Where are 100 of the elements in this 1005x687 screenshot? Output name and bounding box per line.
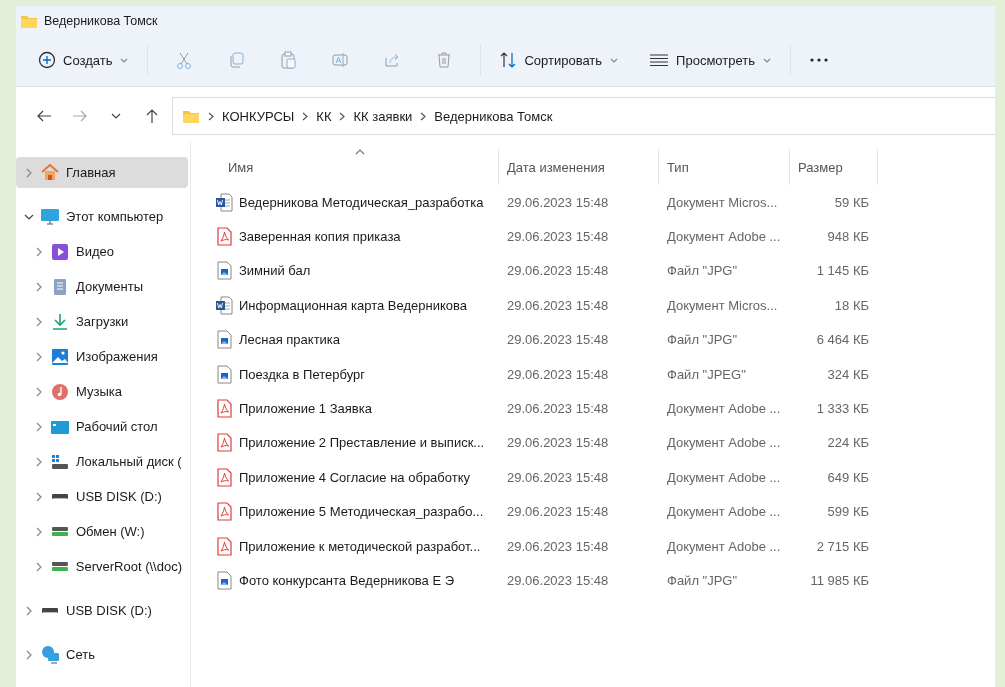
table-cell-text: 29.06.2023 15:48 xyxy=(506,332,610,348)
chevron-right-icon[interactable] xyxy=(34,421,44,432)
table-cell-text: Документ Adobe ... xyxy=(666,229,782,245)
chevron-right-icon[interactable] xyxy=(24,649,34,660)
sort-button[interactable]: Сортировать xyxy=(491,45,628,75)
drive-icon xyxy=(52,493,68,500)
table-cell-text: Файл "JPG" xyxy=(666,332,739,348)
chevron-right-icon[interactable] xyxy=(34,561,44,572)
table-cell-text: 29.06.2023 15:48 xyxy=(506,504,610,520)
picture-icon xyxy=(50,346,70,367)
table-cell-text: Документ Adobe ... xyxy=(666,538,782,554)
table-cell-text: Документ Adobe ... xyxy=(666,435,782,451)
back-arrow-icon[interactable] xyxy=(36,108,52,124)
pdf-document-icon xyxy=(215,502,233,522)
breadcrumb[interactable]: КК заявки xyxy=(353,108,413,124)
sidebar-item[interactable]: Обмен (W:) xyxy=(16,516,188,547)
table-cell-text: 18 КБ xyxy=(833,297,870,313)
chevron-right-icon xyxy=(208,111,214,121)
column-header[interactable]: Тип xyxy=(659,149,790,185)
address-bar[interactable]: КОНКУРСЫ КК КК заявки Ведерникова Томск xyxy=(172,97,995,135)
monitor-icon xyxy=(40,206,60,227)
chevron-right-icon[interactable] xyxy=(34,281,44,292)
up-arrow-icon[interactable] xyxy=(144,108,160,124)
chevron-down-icon[interactable] xyxy=(110,111,122,121)
chevron-right-icon[interactable] xyxy=(24,605,34,616)
table-cell-text: 29.06.2023 15:48 xyxy=(506,366,610,382)
chevron-right-icon[interactable] xyxy=(34,526,44,537)
table-cell-text: Файл "JPG" xyxy=(666,573,739,588)
sidebar-item[interactable]: ServerRoot (\\doc) xyxy=(16,551,188,582)
sidebar-item[interactable]: Этот компьютер xyxy=(16,201,188,232)
sidebar-item[interactable]: Рабочий стол xyxy=(16,411,188,442)
file-name[interactable]: Поездка в Петербург xyxy=(239,366,365,382)
chevron-right-icon xyxy=(302,111,309,121)
sidebar-item[interactable]: USB DISK (D:) xyxy=(16,481,188,512)
table-cell-text: 1 145 КБ xyxy=(815,263,870,279)
sidebar-item[interactable]: Документы xyxy=(16,271,188,302)
sort-caret-icon xyxy=(354,149,365,155)
file-name[interactable]: Приложение 1 Заявка xyxy=(239,401,372,417)
table-cell-text: Документ Adobe ... xyxy=(666,469,782,485)
file-name[interactable]: Ведерникова Методическая_разработка xyxy=(239,194,484,210)
sidebar-item[interactable]: Изображения xyxy=(16,341,188,372)
file-name[interactable]: Заверенная копия приказа xyxy=(239,229,401,245)
table-cell-text: 2 715 КБ xyxy=(815,538,870,554)
drive-icon xyxy=(52,454,68,469)
table-cell-text: Документ Adobe ... xyxy=(666,504,782,520)
column-header[interactable]: Имя xyxy=(211,149,499,185)
breadcrumb[interactable]: Ведерникова Томск xyxy=(434,108,553,124)
file-name[interactable]: Лесная практика xyxy=(239,332,341,348)
music-icon xyxy=(50,381,70,402)
plus-circle-icon xyxy=(38,51,56,69)
sidebar-item[interactable]: Загрузки xyxy=(16,306,188,337)
folder-icon xyxy=(20,13,38,29)
sidebar-item[interactable]: Главная xyxy=(16,157,188,188)
drive-icon xyxy=(52,527,68,536)
file-name[interactable]: Фото конкурсанта Ведерникова Е Э xyxy=(239,573,455,588)
pdf-document-icon xyxy=(215,433,233,453)
chevron-right-icon[interactable] xyxy=(34,351,44,362)
download-icon xyxy=(50,311,70,332)
table-cell-text: 29.06.2023 15:48 xyxy=(506,229,610,245)
file-name[interactable]: Приложение 5 Методическая_разрабо... xyxy=(239,504,484,520)
table-cell-text: 29.06.2023 15:48 xyxy=(506,297,610,313)
sidebar-item[interactable]: USB DISK (D:) xyxy=(16,595,188,626)
table-cell-text: 29.06.2023 15:48 xyxy=(506,263,610,279)
table-cell-text: 599 КБ xyxy=(826,504,870,520)
network-icon xyxy=(40,644,60,665)
file-name[interactable]: Приложение 2 Преставление и выписк... xyxy=(239,435,485,451)
table-cell-text: Документ Adobe ... xyxy=(666,401,782,417)
video-icon xyxy=(50,241,70,262)
column-header[interactable]: Дата изменения xyxy=(499,149,659,185)
sidebar-item[interactable]: Сеть xyxy=(16,639,188,670)
table-cell-text: 29.06.2023 15:48 xyxy=(506,401,610,417)
sidebar-item[interactable]: Локальный диск ( xyxy=(16,446,188,477)
chevron-right-icon[interactable] xyxy=(34,246,44,257)
breadcrumb[interactable]: КОНКУРСЫ xyxy=(222,108,295,124)
new-button[interactable]: Создать xyxy=(30,45,138,75)
chevron-right-icon[interactable] xyxy=(34,491,44,502)
table-cell-text: 948 КБ xyxy=(826,229,870,245)
table-cell-text: Документ Micros... xyxy=(666,297,779,313)
chevron-right-icon[interactable] xyxy=(34,316,44,327)
table-cell-text: 29.06.2023 15:48 xyxy=(506,573,610,588)
file-name[interactable]: Приложение к методической разработ... xyxy=(239,538,481,554)
chevron-right-icon xyxy=(420,111,427,121)
breadcrumb[interactable]: КК xyxy=(316,108,332,124)
chevron-right-icon[interactable] xyxy=(34,386,44,397)
more-icon[interactable] xyxy=(810,58,828,62)
view-button[interactable]: Просмотреть xyxy=(641,46,780,74)
sidebar-item[interactable]: Видео xyxy=(16,236,188,267)
file-name[interactable]: Приложение 4 Согласие на обработку xyxy=(239,469,471,485)
house-icon xyxy=(40,162,60,183)
file-name[interactable]: Информационная карта Ведерникова xyxy=(239,297,467,313)
pdf-document-icon xyxy=(215,399,233,419)
pdf-document-icon xyxy=(215,536,233,556)
file-name[interactable]: Зимний бал xyxy=(239,263,311,279)
column-header[interactable]: Размер xyxy=(790,149,878,185)
chevron-right-icon[interactable] xyxy=(34,456,44,467)
table-cell-text: Документ Micros... xyxy=(666,194,779,210)
chevron-right-icon xyxy=(339,111,346,121)
chevron-right-icon[interactable] xyxy=(24,167,34,178)
lines-icon xyxy=(649,53,670,67)
sidebar-item[interactable]: Музыка xyxy=(16,376,188,407)
